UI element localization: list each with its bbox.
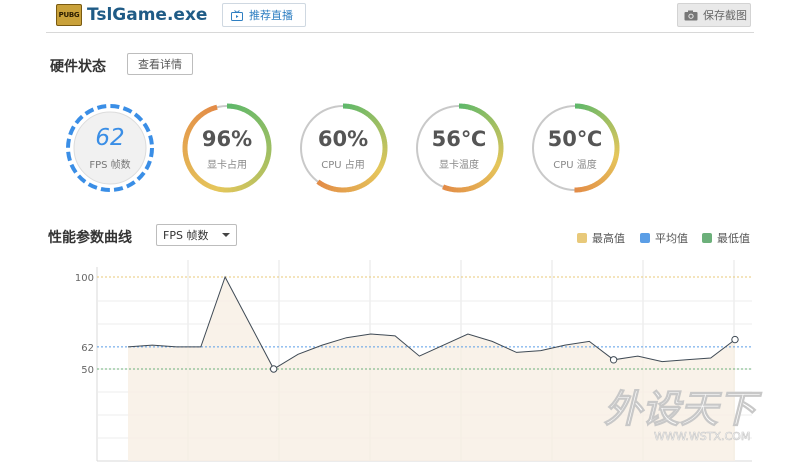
chevron-down-icon — [222, 233, 230, 237]
tv-icon — [231, 9, 243, 21]
fps-value: 62 — [95, 125, 125, 151]
legend-max-swatch — [577, 233, 587, 243]
gpu-temp-label: 显卡温度 — [439, 160, 479, 171]
legend-avg: 平均值 — [640, 230, 688, 246]
performance-curve-title: 性能参数曲线 — [48, 230, 132, 246]
hardware-status-title: 硬件状态 — [50, 59, 106, 75]
gpu-usage-label: 显卡占用 — [207, 160, 247, 171]
y-tick-label: 50 — [81, 365, 94, 376]
fps-label: FPS 帧数 — [89, 160, 131, 171]
legend-min-swatch — [702, 233, 712, 243]
legend-avg-swatch — [640, 233, 650, 243]
save-screenshot-label: 保存截图 — [703, 9, 747, 22]
fps-gauge: 62 FPS 帧数 — [63, 101, 157, 195]
recommend-live-label: 推荐直播 — [249, 9, 293, 22]
gpu-temp-value: 56℃ — [431, 127, 487, 151]
pubg-logo: PUBG — [56, 4, 82, 26]
y-tick-label: 62 — [81, 343, 94, 354]
camera-icon — [684, 10, 698, 20]
cpu-usage-label: CPU 占用 — [321, 160, 365, 171]
gpu-temp-gauge: 56℃ 显卡温度 — [412, 101, 506, 195]
legend-min-label: 最低值 — [717, 232, 750, 245]
legend-min: 最低值 — [702, 230, 750, 246]
gpu-usage-value: 96% — [201, 127, 253, 151]
metric-select-value: FPS 帧数 — [163, 229, 209, 242]
legend-max-label: 最高值 — [592, 232, 625, 245]
watermark-text: 外设天下 — [604, 387, 762, 431]
watermark-sub: WWW.WSTX.COM — [654, 430, 750, 443]
legend-max: 最高值 — [577, 230, 625, 246]
watermark: 外设天下 WWW.WSTX.COM — [604, 387, 763, 444]
y-tick-label: 100 — [75, 273, 94, 284]
metric-select[interactable]: FPS 帧数 — [156, 224, 237, 246]
y-tick-labels: 100 62 50 — [75, 273, 94, 376]
cpu-usage-gauge: 60% CPU 占用 — [296, 101, 390, 195]
cpu-temp-label: CPU 温度 — [553, 160, 597, 171]
cpu-usage-value: 60% — [317, 127, 369, 151]
recommend-live-button[interactable]: 推荐直播 — [222, 3, 306, 27]
app-title: TslGame.exe — [87, 5, 208, 25]
point-marker — [609, 356, 618, 364]
point-marker — [731, 335, 739, 344]
view-details-button[interactable]: 查看详情 — [127, 53, 193, 75]
gpu-usage-gauge: 96% 显卡占用 — [180, 101, 274, 195]
legend-avg-label: 平均值 — [655, 232, 688, 245]
cpu-temp-value: 50℃ — [547, 127, 603, 151]
cpu-temp-gauge: 50℃ CPU 温度 — [528, 101, 622, 195]
point-marker — [269, 365, 278, 373]
save-screenshot-button[interactable]: 保存截图 — [677, 3, 751, 27]
header-divider — [46, 32, 754, 33]
